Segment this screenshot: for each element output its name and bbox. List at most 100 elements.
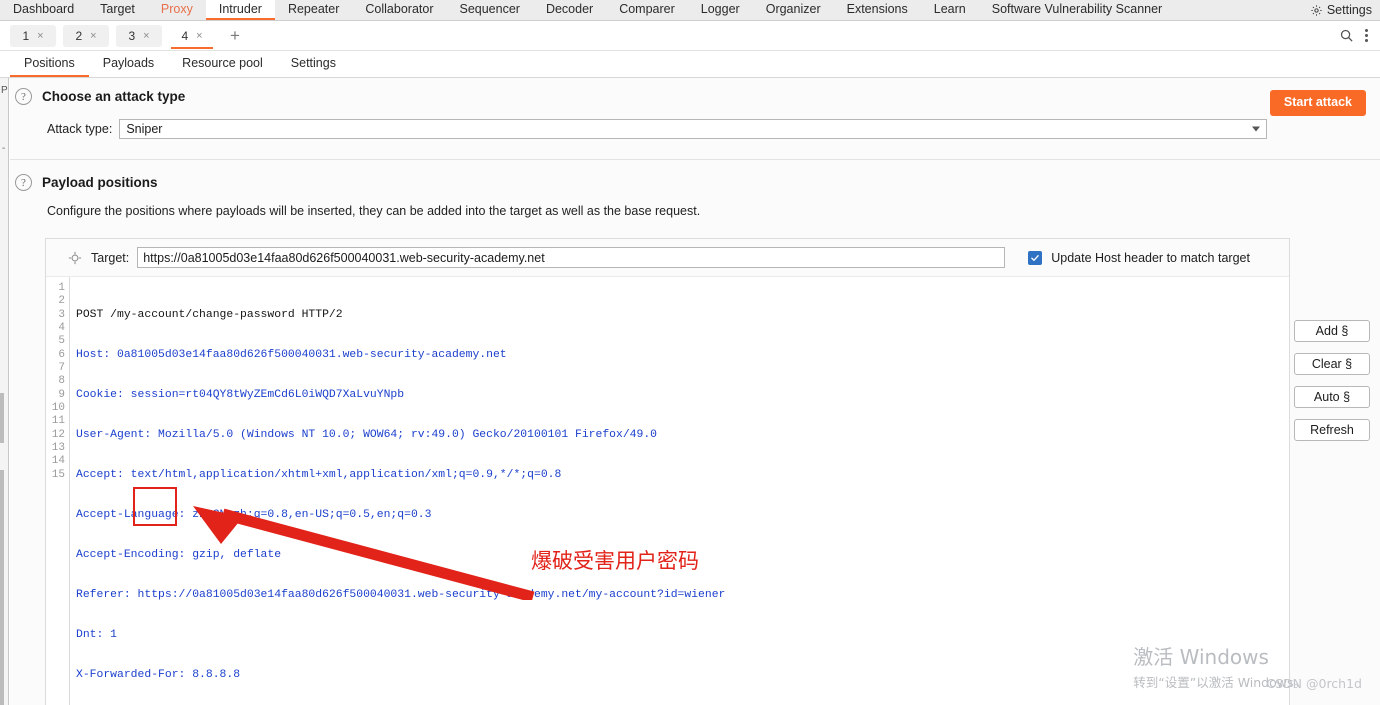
tab-settings[interactable]: Settings xyxy=(277,56,350,77)
attack-tab-bar: 1 × 2 × 3 × 4 × + xyxy=(0,21,1380,51)
payload-positions-description: Configure the positions where payloads w… xyxy=(47,204,701,218)
attack-type-row: Attack type: Sniper xyxy=(10,119,1380,139)
attack-type-section: ? Choose an attack type Attack type: Sni… xyxy=(10,78,1380,160)
close-icon[interactable]: × xyxy=(37,30,43,42)
attack-tab-2[interactable]: 2 × xyxy=(63,24,109,47)
nav-tab-decoder[interactable]: Decoder xyxy=(533,0,606,20)
line-number: 12 xyxy=(51,428,65,441)
nav-tab-sequencer[interactable]: Sequencer xyxy=(446,0,532,20)
payload-positions-title: Payload positions xyxy=(42,175,158,190)
target-row: Target: Update Host header to match targ… xyxy=(46,239,1289,277)
chevron-down-icon xyxy=(1252,126,1261,132)
search-icon[interactable] xyxy=(1339,28,1354,43)
gear-icon xyxy=(1310,4,1323,17)
nav-tab-proxy[interactable]: Proxy xyxy=(148,0,206,20)
line-number: 1 xyxy=(58,282,65,294)
attack-tab-3-label: 3 xyxy=(128,28,136,43)
left-edge-strip: P - xyxy=(0,78,9,705)
positions-panel: ? Choose an attack type Attack type: Sni… xyxy=(10,78,1380,705)
crosshair-icon xyxy=(68,251,91,265)
attack-tab-1-label: 1 xyxy=(22,28,30,43)
close-icon[interactable]: × xyxy=(143,30,149,42)
refresh-button[interactable]: Refresh xyxy=(1294,419,1370,441)
line-number: 13 xyxy=(51,442,65,455)
request-line-6: Accept-Language: zh-CN,zh;q=0.8,en-US;q=… xyxy=(76,508,432,521)
request-code-area[interactable]: 1 2 3 4 5 6 7 8 9 10 11 12 13 14 15 POST… xyxy=(46,277,1289,705)
nav-tab-repeater[interactable]: Repeater xyxy=(275,0,352,20)
help-icon[interactable]: ? xyxy=(15,174,32,191)
attack-type-title: Choose an attack type xyxy=(42,89,186,104)
request-line-1: POST /my-account/change-password HTTP/2 xyxy=(76,308,343,321)
line-number: 6 xyxy=(58,348,65,361)
payload-positions-heading: ? Payload positions xyxy=(10,174,1380,191)
line-number: 7 xyxy=(58,362,65,375)
intruder-section-tabs: Positions Payloads Resource pool Setting… xyxy=(0,51,1380,78)
attack-tab-3[interactable]: 3 × xyxy=(116,24,162,47)
line-number-gutter: 1 2 3 4 5 6 7 8 9 10 11 12 13 14 15 xyxy=(46,277,70,705)
tab-bar-actions xyxy=(1339,28,1380,43)
settings-label: Settings xyxy=(1326,3,1372,17)
nav-tab-dashboard[interactable]: Dashboard xyxy=(0,0,87,20)
attack-type-selected-value: Sniper xyxy=(126,122,163,136)
attack-tab-1[interactable]: 1 × xyxy=(10,24,56,47)
request-line-8: Referer: https://0a81005d03e14faa80d626f… xyxy=(76,588,726,601)
attack-type-heading: ? Choose an attack type xyxy=(10,88,1380,105)
request-editor-panel: Target: Update Host header to match targ… xyxy=(45,238,1290,705)
nav-tab-organizer[interactable]: Organizer xyxy=(753,0,834,20)
nav-tab-comparer[interactable]: Comparer xyxy=(606,0,688,20)
update-host-header-checkbox[interactable] xyxy=(1028,250,1043,265)
burp-suite-window: Dashboard Target Proxy Intruder Repeater… xyxy=(0,0,1380,705)
line-number: 8 xyxy=(58,375,65,388)
attack-type-label: Attack type: xyxy=(47,122,113,136)
nav-tab-extensions[interactable]: Extensions xyxy=(834,0,921,20)
annotation-label: 爆破受害用户密码 xyxy=(531,549,699,573)
tab-positions[interactable]: Positions xyxy=(10,56,89,77)
position-action-buttons: Add § Clear § Auto § Refresh xyxy=(1294,320,1370,441)
help-icon[interactable]: ? xyxy=(15,88,32,105)
update-host-header-checkbox-group[interactable]: Update Host header to match target xyxy=(1028,250,1250,265)
line-number: 4 xyxy=(58,322,65,335)
nav-tab-software-vulnerability-scanner[interactable]: Software Vulnerability Scanner xyxy=(979,0,1175,20)
update-host-header-label: Update Host header to match target xyxy=(1051,250,1250,265)
clear-positions-button[interactable]: Clear § xyxy=(1294,353,1370,375)
line-number: 10 xyxy=(51,402,65,415)
request-line-2: Host: 0a81005d03e14faa80d626f500040031.w… xyxy=(76,348,507,361)
request-line-9: Dnt: 1 xyxy=(76,628,118,641)
start-attack-button[interactable]: Start attack xyxy=(1269,90,1366,116)
nav-tab-intruder[interactable]: Intruder xyxy=(205,0,275,20)
kebab-menu-icon[interactable] xyxy=(1365,29,1368,42)
auto-positions-button[interactable]: Auto § xyxy=(1294,386,1370,408)
main-navigation-bar: Dashboard Target Proxy Intruder Repeater… xyxy=(0,0,1380,21)
close-icon[interactable]: × xyxy=(196,30,202,42)
tab-resource-pool[interactable]: Resource pool xyxy=(168,56,277,77)
nav-tab-logger[interactable]: Logger xyxy=(688,0,753,20)
left-strip-marker-top: P xyxy=(1,85,8,96)
nav-tab-target[interactable]: Target xyxy=(87,0,148,20)
close-icon[interactable]: × xyxy=(90,30,96,42)
left-strip-marker-mid: - xyxy=(2,143,6,154)
nav-tab-learn[interactable]: Learn xyxy=(921,0,979,20)
attack-type-select[interactable]: Sniper xyxy=(119,119,1268,139)
target-label: Target: xyxy=(91,250,130,265)
nav-tab-collaborator[interactable]: Collaborator xyxy=(352,0,446,20)
tab-payloads[interactable]: Payloads xyxy=(89,56,168,77)
line-number: 5 xyxy=(58,335,65,348)
request-lines[interactable]: POST /my-account/change-password HTTP/2 … xyxy=(70,277,1289,705)
line-number: 15 xyxy=(51,468,65,481)
line-number: 14 xyxy=(51,455,65,468)
attack-tab-2-label: 2 xyxy=(75,28,83,43)
add-tab-button[interactable]: + xyxy=(224,27,246,44)
add-position-button[interactable]: Add § xyxy=(1294,320,1370,342)
left-strip-segment-b xyxy=(0,470,4,705)
target-url-input[interactable] xyxy=(137,247,1006,268)
payload-positions-section: ? Payload positions Configure the positi… xyxy=(10,160,1380,218)
line-number: 2 xyxy=(58,295,65,308)
line-number: 11 xyxy=(51,415,65,428)
request-line-10: X-Forwarded-For: 8.8.8.8 xyxy=(76,668,241,681)
line-number: 9 xyxy=(58,388,65,401)
left-strip-segment-a xyxy=(0,393,4,443)
attack-tab-4-label: 4 xyxy=(181,28,189,43)
settings-button[interactable]: Settings xyxy=(1306,0,1380,20)
attack-tab-4[interactable]: 4 × xyxy=(169,24,215,49)
